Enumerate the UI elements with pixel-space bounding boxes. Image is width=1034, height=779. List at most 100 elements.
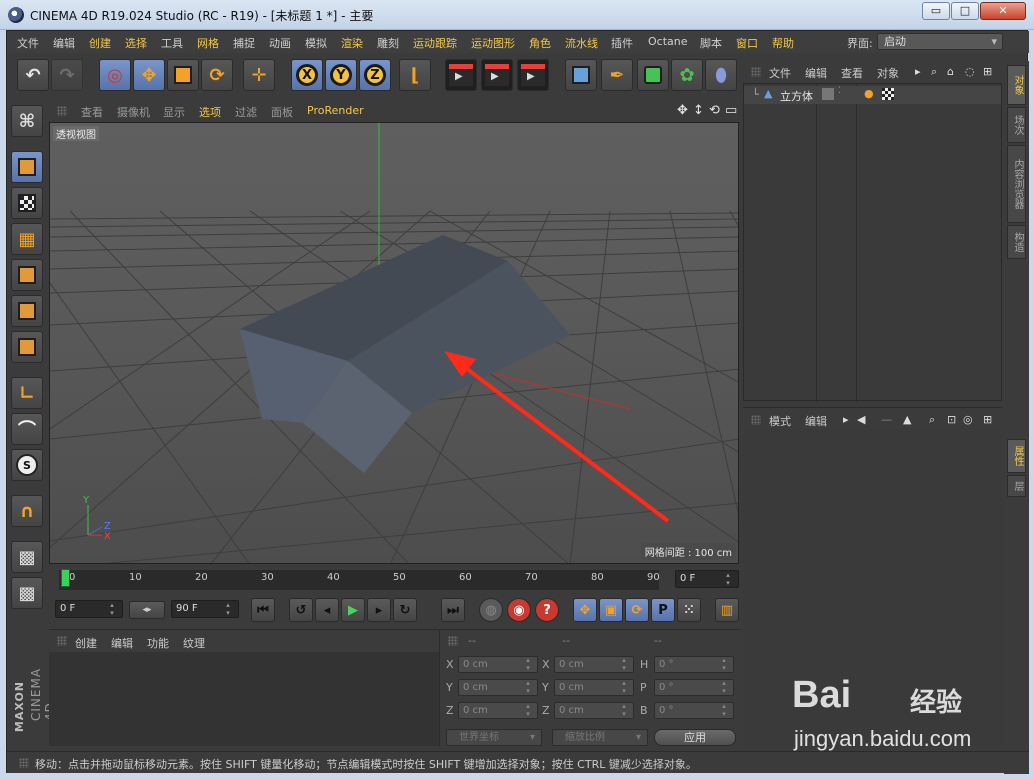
coord-rot-p-field[interactable]: 0 ° <box>654 679 734 696</box>
attr-forward-icon[interactable]: — <box>881 413 892 426</box>
menu-simulate[interactable]: 模拟 <box>305 35 327 51</box>
close-button[interactable]: ✕ <box>980 2 1026 20</box>
tab-layers[interactable]: 层 <box>1007 475 1026 497</box>
deformer-button[interactable]: ⬮ <box>705 59 737 91</box>
menu-file[interactable]: 文件 <box>17 35 39 51</box>
workplane-button[interactable]: ▦ <box>11 223 43 255</box>
redo-button[interactable]: ↷ <box>51 59 83 91</box>
scale-tool-button[interactable] <box>167 59 199 91</box>
layout-select[interactable]: 启动 <box>877 33 1003 50</box>
attr-menu-edit[interactable]: 编辑 <box>805 413 827 429</box>
timeline-window-button[interactable]: ▥ <box>715 598 739 622</box>
snap-toggle-button[interactable]: ∩ <box>11 495 43 527</box>
phong-tag-icon[interactable]: ● <box>864 87 874 100</box>
mat-menu-texture[interactable]: 纹理 <box>183 635 205 651</box>
make-editable-button[interactable]: ⌘ <box>11 105 43 137</box>
recent-tool-button[interactable]: ✛ <box>243 59 275 91</box>
menu-octane[interactable]: Octane <box>648 35 688 48</box>
render-view-button[interactable] <box>445 59 477 91</box>
attr-menu-mode[interactable]: 模式 <box>769 413 791 429</box>
key-pla-button[interactable]: ⁙ <box>677 598 701 622</box>
next-key-button[interactable]: ↻ <box>393 598 417 622</box>
prev-key-button[interactable]: ↺ <box>289 598 313 622</box>
menu-sculpt[interactable]: 雕刻 <box>377 35 399 51</box>
object-list[interactable]: └ ▲ 立方体 ⁚ ● <box>743 83 1002 402</box>
world-coordinates-select[interactable]: 世界坐标 <box>446 729 542 746</box>
pen-spline-button[interactable]: ✒ <box>601 59 633 91</box>
axis-mode-button[interactable]: ∟ <box>11 377 43 409</box>
materials-area[interactable] <box>49 652 439 746</box>
autokey-button[interactable]: ◉ <box>507 598 531 622</box>
obj-menu-more-icon[interactable]: ▸ <box>915 65 921 78</box>
obj-search-icon[interactable]: ⌕ <box>931 65 937 79</box>
lock-workplane-button[interactable]: ▩ <box>11 541 43 573</box>
menu-select[interactable]: 选择 <box>125 35 147 51</box>
subdivision-button[interactable] <box>637 59 669 91</box>
minimize-button[interactable]: ▭ <box>922 2 950 20</box>
tweak-mode-button[interactable]: ⌒ <box>11 413 43 445</box>
tab-takes[interactable]: 场次 <box>1007 107 1026 143</box>
key-scale-button[interactable]: ▣ <box>599 598 623 622</box>
model-mode-button[interactable] <box>11 151 43 183</box>
menu-motion-tracking[interactable]: 运动跟踪 <box>413 35 457 51</box>
viewport-toggle-icon[interactable]: ▭ <box>725 103 737 118</box>
record-keys-button[interactable]: ◍ <box>479 598 503 622</box>
tab-attributes[interactable]: 属性 <box>1007 439 1026 473</box>
menu-create[interactable]: 创建 <box>89 35 111 51</box>
coord-size-x-field[interactable]: 0 cm <box>554 656 634 673</box>
menu-mesh[interactable]: 网格 <box>197 35 219 51</box>
range-slider[interactable]: ◂▸ <box>129 601 165 619</box>
prev-frame-button[interactable]: ◂ <box>315 598 339 622</box>
menu-character[interactable]: 角色 <box>529 35 551 51</box>
vp-menu-filter[interactable]: 过滤 <box>235 104 257 120</box>
menu-tools[interactable]: 工具 <box>161 35 183 51</box>
edges-mode-button[interactable] <box>11 295 43 327</box>
attribute-panel[interactable] <box>743 429 1002 747</box>
menu-render[interactable]: 渲染 <box>341 35 363 51</box>
vp-menu-prorender[interactable]: ProRender <box>307 104 364 117</box>
play-button[interactable]: ▶ <box>341 598 365 622</box>
go-to-end-button[interactable]: ⏭ <box>441 598 465 622</box>
vp-menu-camera[interactable]: 摄像机 <box>117 104 150 120</box>
apply-button[interactable]: 应用 <box>654 729 736 746</box>
menu-script[interactable]: 脚本 <box>700 35 722 51</box>
attr-lock-icon[interactable]: ⊡ <box>947 413 956 426</box>
texture-tag-icon[interactable] <box>882 88 894 100</box>
vp-menu-options[interactable]: 选项 <box>199 104 221 120</box>
tab-content-browser[interactable]: 内容浏览器 <box>1007 145 1026 223</box>
undo-button[interactable]: ↶ <box>17 59 49 91</box>
perspective-viewport[interactable]: Y Z X 透视视图 网格间距 : 100 cm <box>49 122 739 564</box>
start-frame-field[interactable]: 0 F <box>55 600 123 618</box>
viewport-pan-icon[interactable]: ✥ <box>677 103 688 118</box>
cube-object-button[interactable] <box>565 59 597 91</box>
key-parameter-button[interactable]: P <box>651 598 675 622</box>
menu-help[interactable]: 帮助 <box>772 35 794 51</box>
attr-search-icon[interactable]: ⌕ <box>929 413 935 427</box>
render-settings-button[interactable] <box>517 59 549 91</box>
attr-up-icon[interactable]: ▲ <box>903 413 911 426</box>
maximize-button[interactable]: □ <box>951 2 979 20</box>
vp-menu-view[interactable]: 查看 <box>81 104 103 120</box>
solo-button[interactable]: S <box>11 449 43 481</box>
mat-menu-function[interactable]: 功能 <box>147 635 169 651</box>
rotate-tool-button[interactable]: ⟳ <box>201 59 233 91</box>
render-to-picture-viewer-button[interactable] <box>481 59 513 91</box>
move-tool-button[interactable]: ✥ <box>133 59 165 91</box>
mat-menu-create[interactable]: 创建 <box>75 635 97 651</box>
z-axis-lock-button[interactable]: Z <box>359 59 391 91</box>
timeline-ruler[interactable]: 0 10 20 30 40 50 60 70 80 90 <box>59 570 660 590</box>
texture-mode-button[interactable] <box>11 187 43 219</box>
obj-menu-edit[interactable]: 编辑 <box>805 65 827 81</box>
obj-home-icon[interactable]: ⌂ <box>947 65 954 78</box>
coord-rot-b-field[interactable]: 0 ° <box>654 702 734 719</box>
timeline-playhead[interactable] <box>61 569 70 587</box>
vp-menu-panel[interactable]: 面板 <box>271 104 293 120</box>
viewport-orbit-icon[interactable]: ⟲ <box>709 103 720 118</box>
y-axis-lock-button[interactable]: Y <box>325 59 357 91</box>
current-frame-field[interactable]: 0 F <box>675 570 739 588</box>
menu-edit[interactable]: 编辑 <box>53 35 75 51</box>
coord-rot-h-field[interactable]: 0 ° <box>654 656 734 673</box>
coord-size-z-field[interactable]: 0 cm <box>554 702 634 719</box>
next-frame-button[interactable]: ▸ <box>367 598 391 622</box>
object-name[interactable]: 立方体 <box>780 88 813 104</box>
